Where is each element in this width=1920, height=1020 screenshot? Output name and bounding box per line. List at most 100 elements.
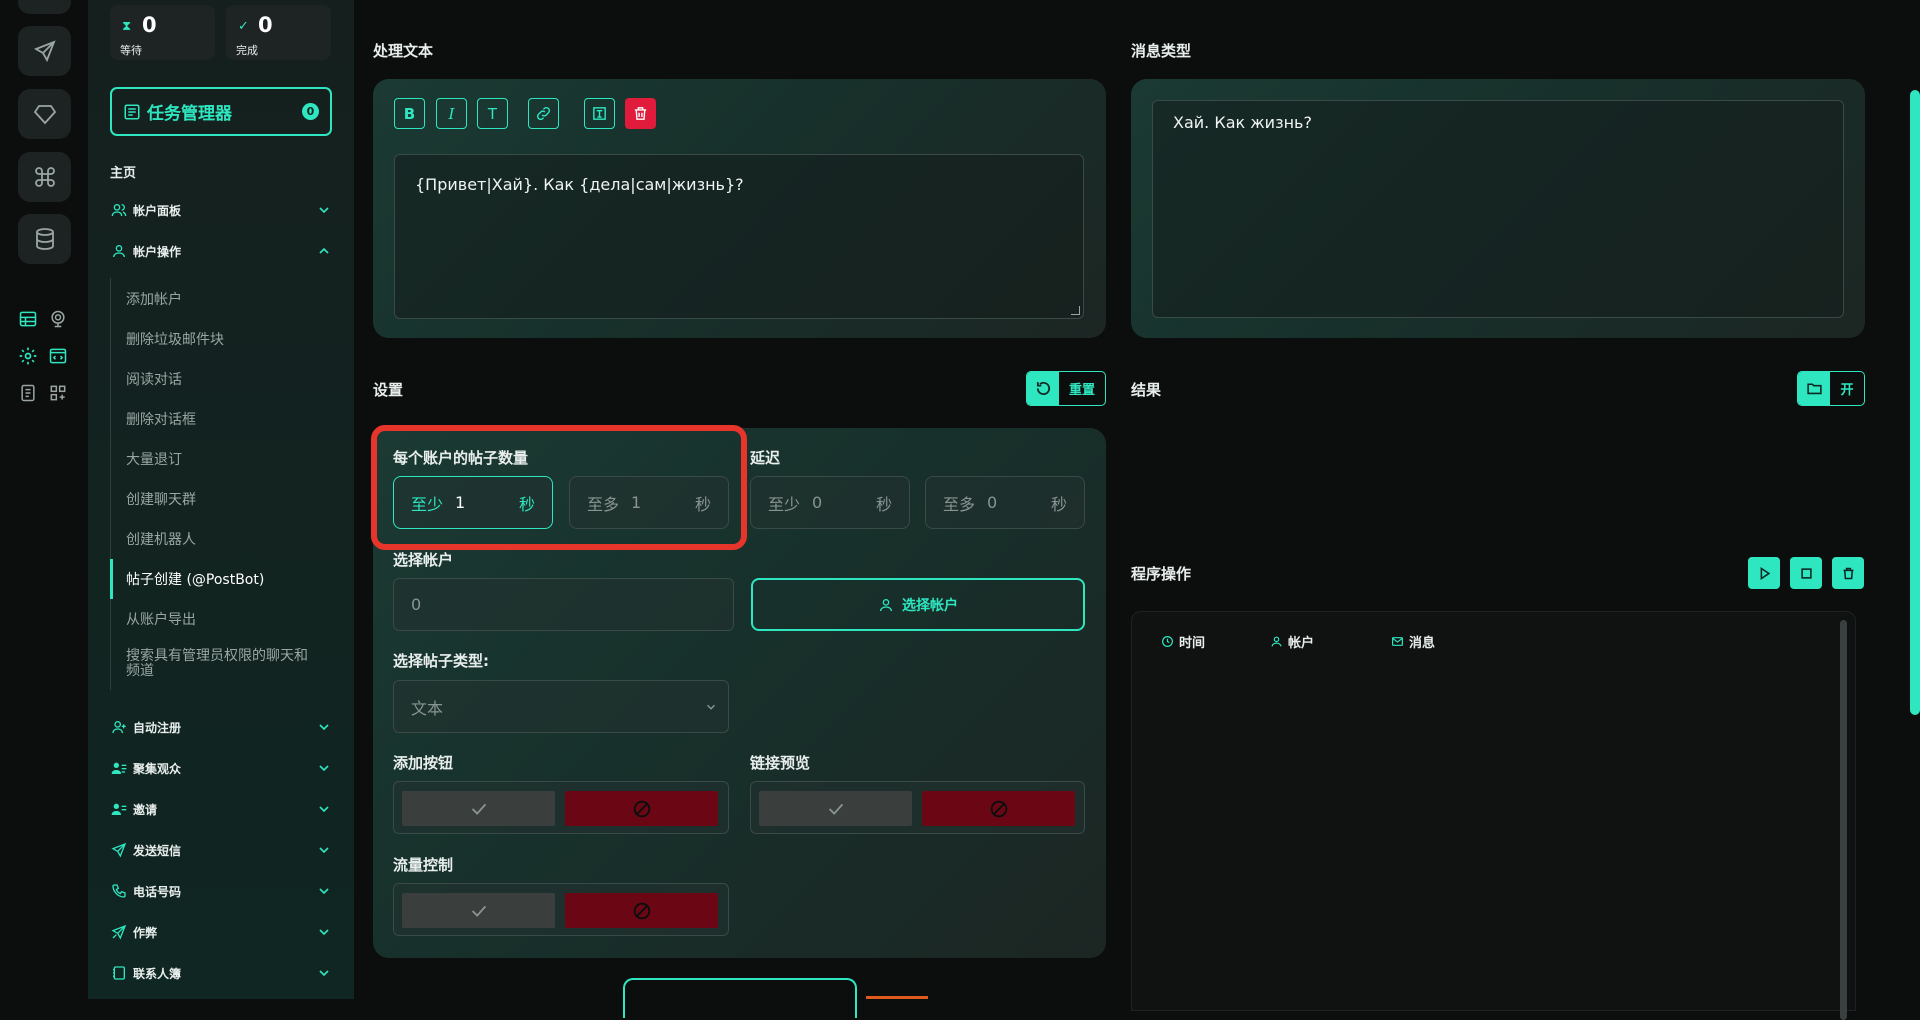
gear-icon[interactable] [17,345,39,367]
flow-control-label: 流量控制 [393,856,454,874]
add-button-label: 添加按钮 [393,754,454,772]
sub-item-add-account[interactable]: 添加帐户 [126,289,182,309]
sub-item-remove-spam-block[interactable]: 删除垃圾邮件块 [126,329,224,349]
nav-item-auto-register[interactable]: 自动注册 [110,715,332,739]
nav-item-label: 作弊 [133,925,158,940]
link-icon [536,106,551,121]
settings-section-title: 设置 [373,381,404,399]
clear-format-button[interactable] [625,98,656,129]
link-button[interactable] [528,98,559,129]
nav-item-account-panel[interactable]: 帐户面板 [110,198,332,222]
nav-item-contacts-book[interactable]: 联系人簿 [110,961,332,985]
webcam-icon[interactable] [47,308,69,330]
sub-item-delete-dialogs[interactable]: 删除对话框 [126,409,196,429]
document-list-icon[interactable] [17,382,39,404]
check-icon [471,905,486,917]
highlight-annotation [371,425,747,550]
sub-item-post-creation[interactable]: 帖子创建 (@PostBot) [126,569,264,589]
delay-label: 延迟 [750,449,781,467]
nav-item-phone-numbers[interactable]: 电话号码 [110,879,332,903]
trash-icon [634,107,647,120]
selected-accounts-count[interactable]: 0 [393,578,734,631]
program-section-title: 程序操作 [1131,565,1192,583]
italic-button[interactable]: I [436,98,467,129]
reset-button[interactable]: 重置 [1026,371,1106,406]
sub-item-export-accounts[interactable]: 从账户导出 [126,609,196,629]
sub-item-read-dialogs[interactable]: 阅读对话 [126,369,182,389]
sub-item-mass-unsubscribe[interactable]: 大量退订 [126,449,182,469]
monospace-button[interactable] [584,98,615,129]
preview-card: Хай. Как жизнь? [1131,79,1865,338]
preview-text: Хай. Как жизнь? [1152,100,1844,318]
editor-section-title: 处理文本 [373,42,434,60]
chevron-down-icon [319,806,329,813]
grid-apps-icon[interactable] [47,382,69,404]
bold-button[interactable]: B [394,98,425,129]
open-folder-button[interactable]: 开 [1797,371,1865,406]
users-icon [110,201,128,219]
selected-accounts-value: 0 [411,595,422,614]
add-button-no[interactable] [565,791,718,826]
chevron-down-icon [319,765,329,772]
rail-send-button[interactable] [18,26,71,76]
play-button[interactable] [1748,557,1780,589]
page-scrollbar[interactable] [1910,90,1920,715]
waiting-count: 0 [142,13,157,37]
post-text-input[interactable]: {Привет|Хай}. Как {дела|сам|жизнь}? [394,154,1084,319]
text-style-button[interactable]: T [477,98,508,129]
rail-diamond-button[interactable] [18,89,71,139]
column-account: 帐户 [1270,632,1314,651]
post-type-select[interactable]: 文本 [393,680,729,733]
delay-min-input[interactable]: 至少 0 秒 [750,476,910,529]
log-scrollbar[interactable] [1840,620,1847,1020]
start-button[interactable] [623,978,857,1018]
link-preview-no[interactable] [922,791,1075,826]
send-icon [33,40,56,63]
rail-top-button[interactable] [18,0,71,14]
ban-icon [633,902,650,919]
nav-item-gather-audience[interactable]: 聚集观众 [110,756,332,780]
stop-icon [1800,567,1812,579]
preview-section-title: 消息类型 [1131,42,1192,60]
nav-item-send-sms[interactable]: 发送短信 [110,838,332,862]
user-icon [110,242,128,260]
database-icon [35,228,54,250]
code-block-icon [593,107,606,120]
nav-item-cheat[interactable]: 作弊 [110,920,332,944]
nav-item-account-actions[interactable]: 帐户操作 [110,239,332,263]
rail-database-button[interactable] [18,214,71,264]
clear-log-button[interactable] [1832,557,1864,589]
command-icon [34,167,55,187]
nav-item-invite[interactable]: 邀请 [110,797,332,821]
delay-min-unit: 秒 [875,494,892,514]
add-button-yes[interactable] [402,791,555,826]
flow-control-no[interactable] [565,893,718,928]
diamond-icon [33,105,56,125]
column-account-label: 帐户 [1288,636,1315,651]
stop-button[interactable] [1790,557,1822,589]
link-preview-yes[interactable] [759,791,912,826]
flow-control-yes[interactable] [402,893,555,928]
ban-icon [633,800,650,817]
rail-command-button[interactable] [18,152,71,202]
task-manager-button[interactable]: 任务管理器 0 [110,87,332,136]
code-window-icon[interactable] [47,345,69,367]
sub-item-admin-chat-search[interactable]: 搜索具有管理员权限的聊天和频道 [126,649,311,679]
nav-item-label: 邀请 [133,802,158,817]
delay-max-unit: 秒 [1050,494,1067,514]
sub-item-create-bot[interactable]: 创建机器人 [126,529,196,549]
icon-rail [0,0,88,999]
sub-item-create-chat-group[interactable]: 创建聊天群 [126,489,196,509]
delay-max-input[interactable]: 至多 0 秒 [925,476,1085,529]
resize-handle[interactable] [1071,306,1080,315]
table-icon[interactable] [17,308,39,330]
post-text-value: {Привет|Хай}. Как {дела|сам|жизнь}? [415,175,744,194]
open-label: 开 [1840,383,1854,398]
megaphone-icon [110,923,128,941]
task-list-icon [124,104,140,119]
task-manager-label: 任务管理器 [147,104,232,124]
link-preview-label: 链接预览 [750,754,811,772]
nav-section-title: 主页 [110,166,137,181]
select-accounts-button[interactable]: 选择帐户 [751,578,1085,631]
folder-icon [1806,383,1822,395]
